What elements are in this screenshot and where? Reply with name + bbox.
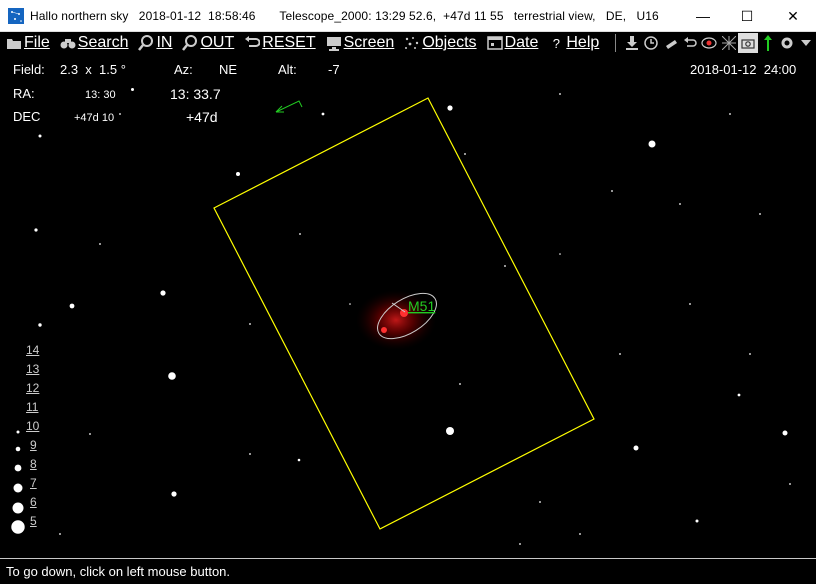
menu-file-label: File xyxy=(24,34,50,51)
ra-label: RA: xyxy=(13,86,35,101)
m51-label[interactable]: M51 xyxy=(408,298,435,314)
magnitude-label: 7 xyxy=(30,476,37,490)
menu-objects-label: Objects xyxy=(422,34,477,51)
menu-search[interactable]: Search xyxy=(60,34,129,52)
alt-value: -7 xyxy=(328,62,340,77)
download-icon[interactable] xyxy=(622,33,641,53)
magnitude-scale-dots xyxy=(11,430,25,534)
menu-reset-label: RESET xyxy=(262,34,316,51)
datetime: 2018-01-12 24:00 xyxy=(690,62,797,77)
magnitude-label: 10 xyxy=(26,419,40,433)
magnitude-label: 8 xyxy=(30,457,37,471)
magnifier-minus-icon xyxy=(182,35,198,51)
stars-icon xyxy=(404,35,420,51)
minimize-button[interactable]: — xyxy=(680,0,726,32)
menu-help[interactable]: ? Help xyxy=(548,34,600,52)
menu-screen-label: Screen xyxy=(343,34,395,51)
menu-date-label: Date xyxy=(504,34,539,51)
menu-file[interactable]: File xyxy=(6,34,50,52)
settings-icon[interactable] xyxy=(777,33,796,53)
menu-zoom-in[interactable]: IN xyxy=(138,34,172,52)
menu-zoom-out-label: OUT xyxy=(200,34,235,51)
close-button[interactable]: ✕ xyxy=(770,0,816,32)
binoculars-icon xyxy=(60,35,76,51)
menu-objects[interactable]: Objects xyxy=(404,34,477,52)
dec-center: +47d xyxy=(186,109,218,125)
az-value: NE xyxy=(219,62,238,77)
field-value: 2.3 x 1.5 ° xyxy=(60,62,126,77)
monitor-icon xyxy=(326,35,342,51)
menu-help-label: Help xyxy=(566,34,600,51)
clock-icon[interactable] xyxy=(642,33,661,53)
sky-map[interactable]: M51 xyxy=(0,54,816,558)
telescope-icon[interactable] xyxy=(661,33,680,53)
menu-bar: File Search IN OUT RESET Screen Objects … xyxy=(0,32,816,54)
menu-date[interactable]: Date xyxy=(486,34,539,52)
magnitude-label: 9 xyxy=(30,438,37,452)
ra-tick: 13: 30 xyxy=(85,89,116,101)
menu-screen[interactable]: Screen xyxy=(326,34,395,52)
ra-center: 13: 33.7 xyxy=(170,86,221,102)
menu-zoom-in-label: IN xyxy=(156,34,173,51)
eye-icon[interactable] xyxy=(700,33,719,53)
arrow-indicator xyxy=(275,100,303,113)
magnitude-label: 13 xyxy=(26,362,40,376)
magnitude-label: 5 xyxy=(30,514,37,528)
menu-reset[interactable]: RESET xyxy=(244,34,316,52)
field-label: Field: xyxy=(13,62,45,77)
maximize-button[interactable]: ☐ xyxy=(724,0,770,32)
up-arrow-icon[interactable] xyxy=(758,33,777,53)
folder-icon xyxy=(6,35,22,51)
question-icon: ? xyxy=(552,35,560,51)
calendar-icon xyxy=(486,35,503,51)
camera-icon[interactable] xyxy=(738,33,758,53)
magnitude-label: 12 xyxy=(26,381,40,395)
status-bar: To go down, click on left mouse button. xyxy=(0,558,816,584)
back-arrow-icon[interactable] xyxy=(680,33,699,53)
grid-icon[interactable] xyxy=(719,33,738,53)
galaxy-m51[interactable] xyxy=(356,284,444,350)
window-title: Hallo northern sky 2018-01-12 18:58:46 T… xyxy=(30,8,659,23)
menu-zoom-out[interactable]: OUT xyxy=(182,34,234,52)
magnitude-label: 6 xyxy=(30,495,37,509)
app-icon xyxy=(8,7,24,24)
magnitude-label: 14 xyxy=(26,343,40,357)
alt-label: Alt: xyxy=(278,62,297,77)
chevron-down-icon[interactable] xyxy=(797,33,816,53)
magnifier-plus-icon xyxy=(138,35,154,51)
dec-tick: +47d 10 xyxy=(74,112,115,124)
menu-search-label: Search xyxy=(77,34,129,51)
toolbar-separator xyxy=(615,34,617,52)
title-bar: Hallo northern sky 2018-01-12 18:58:46 T… xyxy=(0,0,816,32)
magnitude-label: 11 xyxy=(26,400,39,414)
star xyxy=(131,88,134,91)
az-label: Az: xyxy=(174,62,193,77)
dec-label: DEC xyxy=(13,109,41,124)
undo-arrow-icon xyxy=(244,35,261,51)
status-text: To go down, click on left mouse button. xyxy=(6,564,231,579)
